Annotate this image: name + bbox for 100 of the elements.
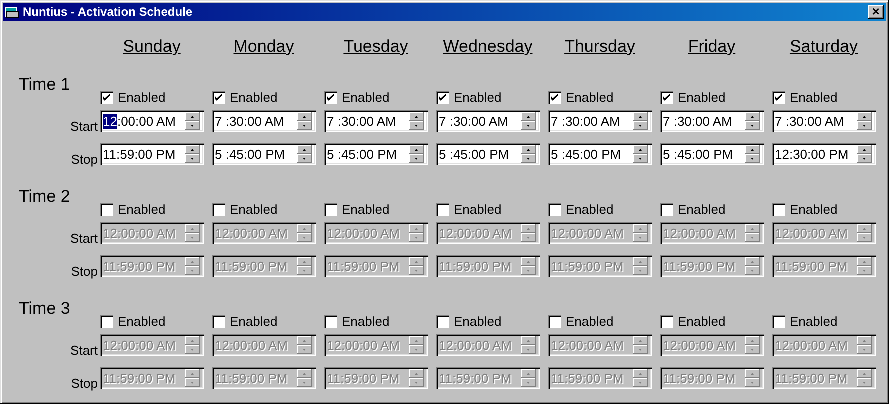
up-arrow-icon: [639, 372, 642, 374]
close-button[interactable]: ×: [868, 5, 884, 19]
up-arrow-icon: [863, 148, 866, 150]
down-arrow-icon: [863, 236, 866, 238]
spin-down-button[interactable]: [297, 121, 312, 130]
time-field[interactable]: 7 :30:00 AM: [436, 110, 540, 132]
spin-down-button[interactable]: [185, 154, 200, 163]
spin-down-button[interactable]: [633, 154, 648, 163]
up-arrow-icon: [415, 148, 418, 150]
time-field[interactable]: 7 :30:00 AM: [212, 110, 316, 132]
stop-label: Stop: [71, 264, 98, 278]
time-field[interactable]: 5 :45:00 PM: [660, 143, 764, 165]
time-field[interactable]: 7 :30:00 AM: [772, 110, 876, 132]
up-arrow-icon: [639, 148, 642, 150]
up-arrow-icon: [527, 116, 530, 118]
down-arrow-icon: [415, 236, 418, 238]
up-arrow-icon: [191, 372, 194, 374]
spin-down-button[interactable]: [521, 121, 536, 130]
spin-down-button[interactable]: [745, 121, 760, 130]
spin-down-button[interactable]: [745, 154, 760, 163]
time-field[interactable]: 11:59:00 PM: [100, 143, 204, 165]
up-arrow-icon: [527, 340, 530, 342]
time-slot-label: Time 3: [18, 299, 70, 319]
up-arrow-icon: [303, 116, 306, 118]
up-arrow-icon: [751, 340, 754, 342]
up-arrow-icon: [751, 372, 754, 374]
day-heading: Tuesday: [342, 36, 410, 58]
spin-down-button[interactable]: [409, 121, 424, 130]
spin-up-button[interactable]: [409, 145, 424, 154]
down-arrow-icon: [303, 236, 306, 238]
down-arrow-icon: [415, 382, 418, 384]
spin-up-button[interactable]: [633, 112, 648, 121]
down-arrow-icon: [639, 236, 642, 238]
checkbox[interactable]: [660, 90, 673, 104]
time-field[interactable]: 12:30:00 PM: [772, 143, 876, 165]
checkbox-label: Enabled: [566, 202, 614, 216]
checkbox-label: Enabled: [342, 90, 390, 104]
time-field[interactable]: 12:00:00 AM: [100, 110, 204, 132]
spin-down-button[interactable]: [297, 154, 312, 163]
time-field[interactable]: 5 :45:00 PM: [212, 143, 316, 165]
spin-down-button[interactable]: [521, 154, 536, 163]
time-field[interactable]: 5 :45:00 PM: [324, 143, 428, 165]
time-field[interactable]: 7 :30:00 AM: [660, 110, 764, 132]
time-slot-label: Time 2: [18, 187, 70, 207]
down-arrow-icon: [863, 382, 866, 384]
spin-up-button[interactable]: [857, 112, 872, 121]
time-field[interactable]: 7 :30:00 AM: [548, 110, 652, 132]
spin-up-button[interactable]: [521, 145, 536, 154]
down-arrow-icon: [303, 382, 306, 384]
window-title: Nuntius - Activation Schedule: [23, 5, 194, 19]
time-field[interactable]: 5 :45:00 PM: [548, 143, 652, 165]
time-field[interactable]: 5 :45:00 PM: [436, 143, 540, 165]
down-arrow-icon: [751, 124, 754, 126]
spin-down-button[interactable]: [857, 154, 872, 163]
up-arrow-icon: [415, 372, 418, 374]
window-icon: [5, 6, 19, 18]
checkbox-label: Enabled: [790, 202, 838, 216]
up-arrow-icon: [751, 148, 754, 150]
checkbox-label: Enabled: [342, 202, 390, 216]
down-arrow-icon: [191, 270, 194, 272]
checkmark-icon: [775, 94, 782, 100]
checkbox[interactable]: [436, 90, 449, 104]
checkbox[interactable]: [772, 90, 785, 104]
spin-up-button[interactable]: [857, 145, 872, 154]
spin-down-button[interactable]: [185, 121, 200, 130]
checkmark-icon: [215, 94, 222, 100]
time-field[interactable]: 7 :30:00 AM: [324, 110, 428, 132]
spin-up-button[interactable]: [297, 145, 312, 154]
start-label: Start: [70, 230, 98, 246]
checkbox-label: Enabled: [118, 202, 166, 216]
spin-up-button[interactable]: [745, 112, 760, 121]
down-arrow-icon: [415, 158, 418, 160]
down-arrow-icon: [527, 236, 530, 238]
up-arrow-icon: [191, 116, 194, 118]
spin-up-button[interactable]: [409, 112, 424, 121]
up-arrow-icon: [527, 228, 530, 230]
checkbox[interactable]: [548, 90, 561, 104]
down-arrow-icon: [303, 158, 306, 160]
down-arrow-icon: [415, 270, 418, 272]
checkbox[interactable]: [324, 90, 337, 104]
checkbox[interactable]: [212, 90, 225, 104]
spin-up-button[interactable]: [297, 112, 312, 121]
spin-down-button[interactable]: [409, 154, 424, 163]
down-arrow-icon: [639, 124, 642, 126]
spin-down-button[interactable]: [857, 121, 872, 130]
checkbox-label: Enabled: [118, 90, 166, 104]
checkmark-icon: [439, 94, 446, 100]
spin-up-button[interactable]: [745, 145, 760, 154]
spin-up-button[interactable]: [521, 112, 536, 121]
spin-up-button[interactable]: [633, 145, 648, 154]
down-arrow-icon: [639, 158, 642, 160]
spin-up-button[interactable]: [185, 112, 200, 121]
down-arrow-icon: [527, 382, 530, 384]
checkbox[interactable]: [100, 90, 113, 104]
down-arrow-icon: [415, 124, 418, 126]
checkbox-label: Enabled: [454, 314, 502, 328]
spin-down-button[interactable]: [633, 121, 648, 130]
checkbox-label: Enabled: [454, 90, 502, 104]
down-arrow-icon: [303, 348, 306, 350]
spin-up-button[interactable]: [185, 145, 200, 154]
